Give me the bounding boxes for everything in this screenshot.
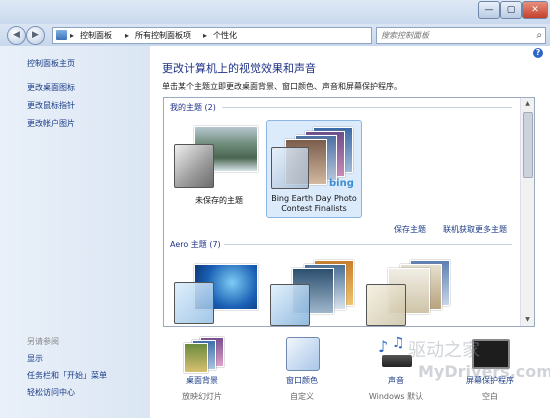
- sidebar-home-link[interactable]: 控制面板主页: [27, 58, 75, 69]
- see-also-taskbar[interactable]: 任务栏和「开始」菜单: [27, 370, 107, 381]
- page-description: 单击某个主题立即更改桌面背景、窗口颜色、声音和屏幕保护程序。: [162, 82, 402, 91]
- save-theme-link[interactable]: 保存主题: [394, 224, 426, 235]
- window-color-value: 自定义: [290, 392, 314, 401]
- theme-name: 未保存的主题: [195, 196, 243, 205]
- screensaver-value: 空白: [482, 392, 498, 401]
- forward-button[interactable]: ▶: [26, 26, 45, 45]
- scroll-down-icon[interactable]: ▼: [521, 314, 534, 326]
- breadcrumb-separator-icon: ▸: [70, 31, 75, 40]
- theme-list-scrollbar[interactable]: ▲ ▼: [520, 98, 534, 326]
- left-pane: 控制面板主页 更改桌面图标 更改鼠标指针 更改帐户图片 另请参阅 显示 任务栏和…: [0, 46, 150, 418]
- breadcrumb-personalization[interactable]: 个性化: [213, 29, 237, 42]
- watermark-logo: 驱动之家: [408, 340, 480, 361]
- desktop-background-label[interactable]: 桌面背景: [162, 375, 242, 386]
- watermark-url: MyDrivers.com: [418, 362, 550, 381]
- my-themes-heading: 我的主题 (2): [170, 103, 216, 112]
- theme-name-line1: Bing Earth Day Photo: [271, 194, 357, 203]
- sidebar-link-desktop-icons[interactable]: 更改桌面图标: [27, 82, 75, 93]
- back-button[interactable]: ◀: [7, 26, 26, 45]
- theme-characters[interactable]: [364, 256, 458, 326]
- scroll-up-icon[interactable]: ▲: [521, 98, 534, 110]
- navigation-bar: ◀ ▶ ▸ 控制面板 ▸ 所有控制面板项 ▸ 个性化 ▾ ↻ ⌕: [0, 24, 550, 46]
- address-bar[interactable]: ▸ 控制面板 ▸ 所有控制面板项 ▸ 个性化 ▾ ↻: [52, 27, 420, 44]
- window-color-icon: [286, 337, 320, 371]
- breadcrumb-separator-icon: ▸: [125, 31, 130, 40]
- search-icon[interactable]: ⌕: [536, 29, 542, 42]
- window-color-swatch: [366, 284, 406, 326]
- title-bar: — ▢ ✕: [0, 0, 550, 24]
- desktop-background-value: 放映幻灯片: [182, 392, 222, 401]
- breadcrumb-separator-icon: ▸: [203, 31, 208, 40]
- maximize-button[interactable]: ▢: [500, 1, 522, 19]
- page-title: 更改计算机上的视觉效果和声音: [162, 62, 316, 75]
- window-color-label[interactable]: 窗口颜色: [262, 375, 342, 386]
- help-icon[interactable]: ?: [533, 48, 543, 58]
- aero-themes-heading: Aero 主题 (7): [170, 240, 221, 249]
- get-more-themes-link[interactable]: 联机获取更多主题: [443, 224, 507, 235]
- search-box: ⌕: [376, 27, 546, 44]
- sounds-value: Windows 默认: [368, 392, 424, 401]
- desktop-background-icon: [184, 337, 224, 373]
- bing-logo: bing: [329, 178, 354, 189]
- theme-unsaved[interactable]: 未保存的主题: [172, 120, 266, 216]
- theme-bing[interactable]: bing Bing Earth Day Photo Contest Finali…: [266, 120, 362, 218]
- sidebar-link-mouse-pointers[interactable]: 更改鼠标指针: [27, 100, 75, 111]
- window-color-setting[interactable]: 窗口颜色 自定义: [262, 335, 342, 407]
- theme-windows7[interactable]: [172, 256, 266, 326]
- control-panel-icon: [56, 30, 67, 40]
- minimize-button[interactable]: —: [478, 1, 500, 19]
- scroll-thumb[interactable]: [523, 112, 533, 178]
- group-divider: [222, 107, 512, 108]
- see-also-ease-of-access[interactable]: 轻松访问中心: [27, 387, 75, 398]
- group-divider: [224, 244, 512, 245]
- window-color-swatch: [271, 147, 309, 189]
- breadcrumb-all-items[interactable]: 所有控制面板项: [135, 29, 191, 42]
- window-color-swatch: [174, 144, 214, 188]
- theme-list: 我的主题 (2) 未保存的主题 bing Bing Earth Day Phot…: [163, 97, 535, 327]
- window-color-swatch: [270, 284, 310, 326]
- close-button[interactable]: ✕: [522, 1, 548, 19]
- see-also-display[interactable]: 显示: [27, 353, 43, 364]
- desktop-background-setting[interactable]: 桌面背景 放映幻灯片: [162, 335, 242, 407]
- theme-name-line2: Contest Finalists: [281, 204, 347, 213]
- window-color-swatch: [174, 282, 214, 324]
- breadcrumb-control-panel[interactable]: 控制面板: [80, 29, 112, 42]
- see-also-heading: 另请参阅: [27, 337, 59, 346]
- theme-architecture[interactable]: [268, 256, 362, 326]
- search-input[interactable]: [381, 29, 521, 42]
- sidebar-link-account-picture[interactable]: 更改帐户图片: [27, 118, 75, 129]
